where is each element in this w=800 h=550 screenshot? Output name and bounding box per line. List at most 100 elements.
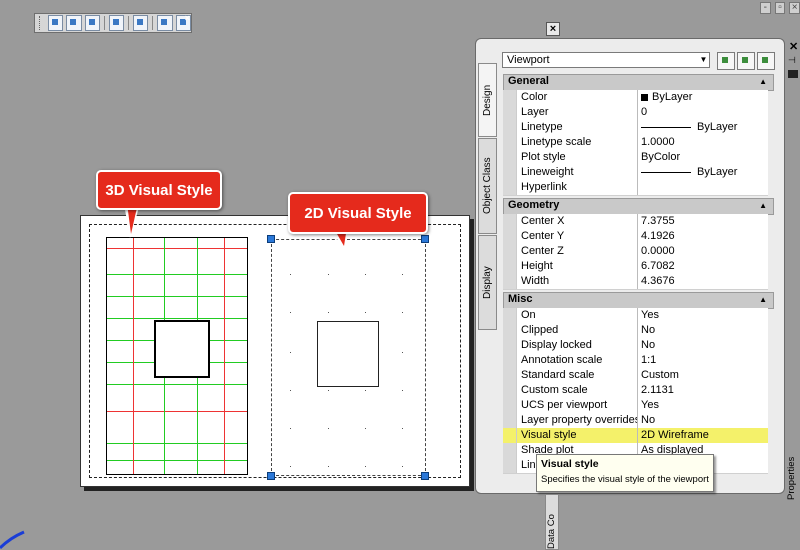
section-header-misc[interactable]: Misc ▲ <box>503 292 774 309</box>
property-value[interactable]: 4.1926 <box>638 229 768 244</box>
section-header-general[interactable]: General ▲ <box>503 74 774 91</box>
row-gutter <box>503 274 516 289</box>
property-row[interactable]: Center X 7.3755 <box>503 214 768 230</box>
toolbar-close-icon[interactable]: × <box>185 13 190 23</box>
property-value[interactable]: 0 <box>638 105 768 120</box>
collapse-icon[interactable]: ▲ <box>759 293 767 306</box>
collapse-icon[interactable]: ▲ <box>759 75 767 88</box>
property-value[interactable]: 7.3755 <box>638 214 768 229</box>
property-row[interactable]: Hyperlink <box>503 180 768 196</box>
polygonal-viewport-icon[interactable] <box>84 15 100 31</box>
property-value-text: 1:1 <box>641 354 657 366</box>
property-row[interactable]: Standard scale Custom <box>503 368 768 384</box>
property-value[interactable]: 1:1 <box>638 353 768 368</box>
property-value[interactable]: 2D Wireframe <box>638 428 768 443</box>
tab-design[interactable]: Design <box>478 63 497 137</box>
minimize-icon[interactable]: - <box>760 2 771 14</box>
property-value[interactable]: 6.7082 <box>638 259 768 274</box>
properties-icon[interactable] <box>788 70 798 78</box>
grid-dot <box>290 466 291 467</box>
palette-close-button[interactable]: × <box>546 22 560 36</box>
object-type-select[interactable]: Viewport <box>502 52 710 68</box>
viewport-scale-icon[interactable] <box>157 15 173 31</box>
property-value[interactable]: No <box>638 323 768 338</box>
property-value[interactable]: 0.0000 <box>638 244 768 259</box>
property-row[interactable]: Plot style ByColor <box>503 150 768 166</box>
section-title: General <box>508 75 549 87</box>
close-icon[interactable]: × <box>789 2 800 14</box>
property-value[interactable] <box>638 180 768 195</box>
tab-properties[interactable]: Properties <box>786 440 800 500</box>
property-value-text: ByLayer <box>652 91 693 103</box>
viewport-grip[interactable] <box>421 235 429 243</box>
collapse-icon[interactable]: ▲ <box>759 199 767 212</box>
grid-line <box>107 460 247 461</box>
property-row[interactable]: Visual style 2D Wireframe <box>503 428 768 444</box>
row-gutter <box>503 368 516 383</box>
property-value[interactable]: Yes <box>638 308 768 323</box>
tab-display[interactable]: Display <box>478 235 497 330</box>
toolbar-separator <box>128 16 130 30</box>
property-row[interactable]: Center Z 0.0000 <box>503 244 768 260</box>
window-controls: - ▫ × <box>760 2 800 16</box>
property-value[interactable]: ByLayer <box>638 165 768 180</box>
property-row[interactable]: Height 6.7082 <box>503 259 768 275</box>
property-row[interactable]: Linetype ByLayer <box>503 120 768 136</box>
section-header-geometry[interactable]: Geometry ▲ <box>503 198 774 215</box>
quick-select-icon[interactable] <box>757 52 775 70</box>
row-gutter <box>503 214 516 229</box>
property-value[interactable]: No <box>638 413 768 428</box>
property-row[interactable]: Clipped No <box>503 323 768 339</box>
convert-object-to-viewport-icon[interactable] <box>108 15 125 31</box>
property-row[interactable]: Layer 0 <box>503 105 768 121</box>
property-value[interactable]: 2.1131 <box>638 383 768 398</box>
property-row[interactable]: Linetype scale 1.0000 <box>503 135 768 151</box>
grid-line <box>224 238 225 474</box>
property-value[interactable]: 4.3676 <box>638 274 768 289</box>
property-row[interactable]: Annotation scale 1:1 <box>503 353 768 369</box>
property-value[interactable]: Yes <box>638 398 768 413</box>
property-value[interactable]: ByLayer <box>638 120 768 135</box>
row-gutter <box>503 428 516 443</box>
select-objects-icon[interactable] <box>737 52 755 70</box>
property-value[interactable]: No <box>638 338 768 353</box>
property-value-text: ByColor <box>641 151 681 163</box>
add-selected-icon[interactable] <box>717 52 735 70</box>
property-row[interactable]: Center Y 4.1926 <box>503 229 768 245</box>
viewport-grip[interactable] <box>267 235 275 243</box>
property-value[interactable]: Custom <box>638 368 768 383</box>
grid-dot <box>365 428 366 429</box>
restore-icon[interactable]: ▫ <box>774 2 786 14</box>
property-row[interactable]: Custom scale 2.1131 <box>503 383 768 399</box>
property-value[interactable]: 1.0000 <box>638 135 768 150</box>
tab-data-connection[interactable]: Data Co <box>545 494 559 550</box>
property-row[interactable]: Display locked No <box>503 338 768 354</box>
pin-icon[interactable]: ⊣ <box>788 55 796 66</box>
rectangle-object-3d[interactable] <box>154 320 210 378</box>
grid-dot <box>290 274 291 275</box>
property-value-text: 2.1131 <box>641 384 674 396</box>
toolbar-grip[interactable] <box>39 16 43 30</box>
tab-object-class[interactable]: Object Class <box>478 138 497 234</box>
close-icon[interactable]: ✕ <box>789 40 798 53</box>
viewport-grip[interactable] <box>267 472 275 480</box>
property-row[interactable]: UCS per viewport Yes <box>503 398 768 414</box>
viewport-grip[interactable] <box>421 472 429 480</box>
row-gutter <box>503 180 516 195</box>
row-gutter <box>503 353 516 368</box>
display-viewports-dialog-icon[interactable] <box>47 15 64 31</box>
property-value-text: 6.7082 <box>641 260 675 272</box>
property-row[interactable]: Color ByLayer <box>503 90 768 106</box>
property-value[interactable]: ByColor <box>638 150 768 165</box>
rectangle-object-2d[interactable] <box>317 321 379 387</box>
clip-viewport-icon[interactable] <box>133 15 149 31</box>
property-row[interactable]: Layer property overrides No <box>503 413 768 429</box>
chevron-down-icon[interactable]: ▼ <box>698 53 709 67</box>
property-value[interactable]: ByLayer <box>638 90 768 105</box>
property-row[interactable]: Lineweight ByLayer <box>503 165 768 181</box>
property-value-text: 2D Wireframe <box>641 429 709 441</box>
single-viewport-icon[interactable] <box>66 15 82 31</box>
property-row[interactable]: Width 4.3676 <box>503 274 768 290</box>
row-gutter <box>503 398 516 413</box>
property-row[interactable]: On Yes <box>503 308 768 324</box>
